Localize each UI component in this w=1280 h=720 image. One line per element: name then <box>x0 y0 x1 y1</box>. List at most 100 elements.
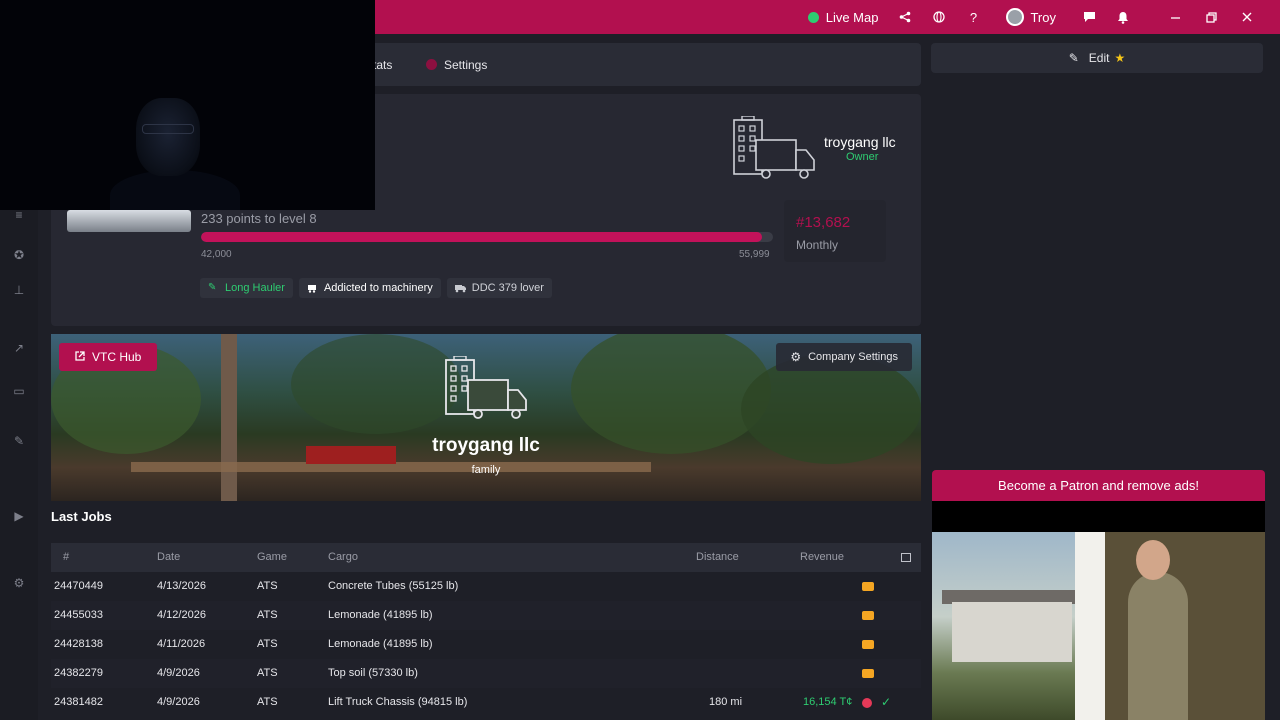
minimize-icon <box>1168 10 1182 24</box>
job-game: ATS <box>257 580 278 592</box>
language-button[interactable] <box>932 10 946 24</box>
truck-icon <box>862 601 874 630</box>
badge-ddc: DDC 379 lover <box>446 278 552 298</box>
badge-label: Addicted to machinery <box>323 282 433 294</box>
patron-label: Become a Patron and remove ads! <box>998 478 1199 493</box>
share-button[interactable] <box>898 10 912 24</box>
job-id: 24382279 <box>54 667 103 679</box>
job-game: ATS <box>257 696 278 708</box>
truck-icon <box>454 283 466 293</box>
restore-button[interactable] <box>1204 10 1218 24</box>
truck-icon <box>862 669 874 678</box>
settings-icon <box>426 59 437 70</box>
col-distance[interactable]: Distance <box>696 543 739 572</box>
job-cargo: Top soil (57330 lb) <box>328 667 418 679</box>
list-icon[interactable]: ≡ <box>12 208 26 222</box>
job-date: 4/11/2026 <box>157 638 206 650</box>
level-progress-fill <box>201 232 762 242</box>
company-settings-button[interactable]: ⚙ Company Settings <box>776 343 912 371</box>
table-row[interactable]: 24455033 4/12/2026 ATS Lemonade (41895 lb) <box>51 601 921 630</box>
cancel-icon <box>862 688 872 717</box>
job-game: ATS <box>257 638 278 650</box>
jobs-table: # Date Game Cargo Distance Revenue 24470… <box>51 543 921 717</box>
tab-stats[interactable]: tats <box>373 43 392 86</box>
col-id[interactable]: # <box>63 543 69 572</box>
ad-scene <box>932 532 1265 720</box>
share-icon <box>898 10 912 24</box>
profile-truck-image <box>67 210 191 232</box>
vtc-hub-label: VTC Hub <box>92 350 142 364</box>
vtc-hub-button[interactable]: VTC Hub <box>59 343 158 371</box>
company-logo-icon <box>732 115 818 185</box>
col-game[interactable]: Game <box>257 543 287 572</box>
patron-banner[interactable]: Become a Patron and remove ads! <box>932 470 1265 501</box>
restore-icon <box>1204 10 1218 24</box>
ad-house <box>952 602 1072 662</box>
truck-icon <box>862 611 874 620</box>
live-map-button[interactable]: Live Map <box>807 10 878 25</box>
avatar <box>1006 8 1025 26</box>
job-cargo: Concrete Tubes (55125 lb) <box>328 580 459 592</box>
tab-settings[interactable]: Settings <box>426 43 487 86</box>
webcam-shoulders <box>110 170 240 210</box>
ad-person <box>1128 572 1188 720</box>
close-button[interactable] <box>1240 10 1254 24</box>
table-row[interactable]: 24470449 4/13/2026 ATS Concrete Tubes (5512… <box>51 572 921 601</box>
job-cargo: Lemonade (41895 lb) <box>328 638 433 650</box>
table-settings-button[interactable] <box>901 543 911 572</box>
col-cargo[interactable]: Cargo <box>328 543 358 572</box>
job-distance: 180 mi <box>709 696 743 708</box>
banner-foliage <box>291 334 461 434</box>
table-row[interactable]: 24382279 4/9/2026 ATS Top soil (57330 lb) <box>51 659 921 688</box>
pencil-icon: ✎ <box>1068 51 1079 65</box>
webcam-glasses <box>142 124 194 134</box>
user-menu[interactable]: Troy <box>1006 8 1056 26</box>
col-date[interactable]: Date <box>157 543 180 572</box>
gear-icon[interactable]: ⚙ <box>12 576 26 590</box>
rank-period: Monthly <box>796 238 839 252</box>
level-max: 55,999 <box>739 249 770 260</box>
points-to-level: 233 points to level 8 <box>201 211 317 226</box>
minimize-button[interactable] <box>1168 10 1182 24</box>
badge-machinery: Addicted to machinery <box>298 278 441 298</box>
play-icon[interactable]: ▶ <box>12 509 26 523</box>
job-id: 24428138 <box>54 638 103 650</box>
table-header: # Date Game Cargo Distance Revenue <box>51 543 921 572</box>
rank-box: #13,682 Monthly <box>784 200 886 262</box>
job-revenue: 16,154 T¢ <box>803 696 853 708</box>
truck-icon <box>862 659 874 688</box>
external-link-icon[interactable]: ↗ <box>12 341 26 355</box>
brush-icon[interactable]: ✎ <box>12 434 26 448</box>
job-game: ATS <box>257 667 278 679</box>
globe-icon <box>932 10 946 24</box>
job-cargo: Lemonade (41895 lb) <box>328 609 433 621</box>
banner-company-name: troygang llc <box>432 435 540 456</box>
media-icon[interactable]: ▭ <box>12 384 26 398</box>
gear-icon: ⚙ <box>790 350 802 364</box>
company-name[interactable]: troygang llc <box>824 134 896 150</box>
award-icon[interactable]: ✪ <box>12 248 26 262</box>
col-revenue[interactable]: Revenue <box>800 543 844 572</box>
job-id: 24455033 <box>54 609 103 621</box>
video-ad[interactable] <box>932 501 1265 720</box>
hierarchy-icon[interactable]: ⊥ <box>12 283 26 297</box>
machinery-icon <box>307 283 317 293</box>
messages-button[interactable] <box>1082 10 1096 24</box>
notifications-button[interactable] <box>1116 10 1130 24</box>
badge-long-hauler: ✎ Long Hauler <box>200 278 293 298</box>
table-row[interactable]: 24428138 4/11/2026 ATS Lemonade (41895 lb) <box>51 630 921 659</box>
ad-person-head <box>1136 540 1170 580</box>
cancel-icon <box>862 698 872 708</box>
job-id: 24381482 <box>54 696 103 708</box>
user-name: Troy <box>1030 9 1056 25</box>
truck-icon <box>862 572 874 601</box>
last-jobs-title: Last Jobs <box>51 509 112 524</box>
help-button[interactable]: ? <box>966 10 980 25</box>
live-status-dot <box>807 11 819 23</box>
company-banner: VTC Hub ⚙ Company Settings troygang llc … <box>51 334 921 501</box>
edit-button[interactable]: ✎ Edit ★ <box>931 43 1263 73</box>
company-role: Owner <box>846 151 879 163</box>
job-date: 4/13/2026 <box>157 580 206 592</box>
level-progress-bar <box>201 232 773 242</box>
table-row[interactable]: 24381482 4/9/2026 ATS Lift Truck Chassis (9… <box>51 688 921 717</box>
